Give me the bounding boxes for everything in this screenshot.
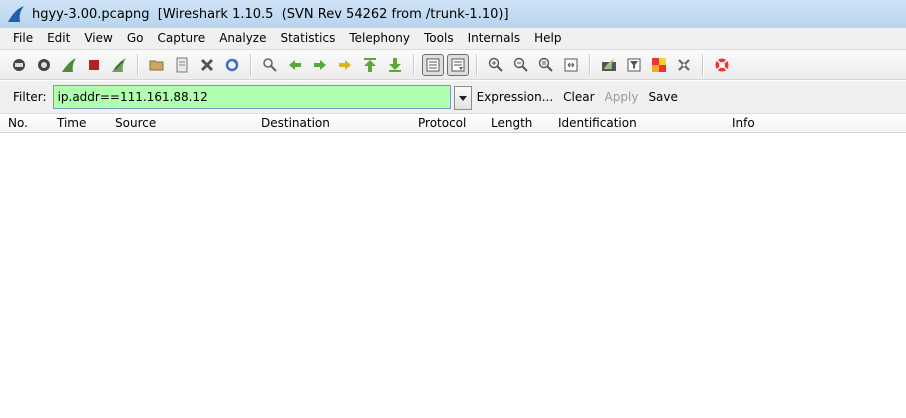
- menu-view[interactable]: View: [76, 28, 118, 49]
- close-file-icon[interactable]: [196, 54, 218, 76]
- menu-internals[interactable]: Internals: [460, 28, 527, 49]
- column-header-length[interactable]: Length: [489, 114, 532, 132]
- main-toolbar: [0, 50, 906, 80]
- toolbar-separator: [702, 53, 704, 76]
- normal-size-icon[interactable]: [535, 54, 557, 76]
- menu-tools[interactable]: Tools: [416, 28, 460, 49]
- filter-toolbar: Filter: Expression... Clear Apply Save: [0, 81, 906, 114]
- menu-statistics[interactable]: Statistics: [272, 28, 341, 49]
- expression-button[interactable]: Expression...: [477, 90, 554, 104]
- apply-button[interactable]: Apply: [605, 90, 639, 104]
- menu-edit[interactable]: Edit: [39, 28, 76, 49]
- capture-filters-icon[interactable]: [598, 54, 620, 76]
- packet-list-header: No. Time Source Destination Protocol Len…: [0, 114, 906, 133]
- chevron-down-icon: [458, 95, 467, 101]
- toolbar-separator: [476, 53, 478, 76]
- packet-list-pane[interactable]: [0, 133, 906, 418]
- interface-list-icon[interactable]: [8, 54, 30, 76]
- filter-dropdown-button[interactable]: [453, 86, 472, 110]
- go-last-icon[interactable]: [384, 54, 406, 76]
- menu-file[interactable]: File: [0, 28, 39, 49]
- resize-columns-icon[interactable]: [560, 54, 582, 76]
- go-to-packet-icon[interactable]: [334, 54, 356, 76]
- wireshark-fin-icon: [8, 6, 24, 22]
- filter-label: Filter:: [13, 90, 47, 104]
- save-file-icon[interactable]: [171, 54, 193, 76]
- column-header-info[interactable]: Info: [730, 114, 755, 132]
- column-header-destination[interactable]: Destination: [259, 114, 330, 132]
- menu-telephony[interactable]: Telephony: [341, 28, 416, 49]
- column-header-time[interactable]: Time: [55, 114, 86, 132]
- column-header-source[interactable]: Source: [113, 114, 156, 132]
- find-packet-icon[interactable]: [259, 54, 281, 76]
- toolbar-separator: [589, 53, 591, 76]
- menu-go[interactable]: Go: [119, 28, 150, 49]
- colorize-icon[interactable]: [422, 53, 444, 76]
- restart-capture-icon[interactable]: [108, 54, 130, 76]
- auto-scroll-icon[interactable]: [447, 53, 469, 76]
- window-title: hgyy-3.00.pcapng [Wireshark 1.10.5 (SVN …: [32, 6, 509, 22]
- help-icon[interactable]: [711, 54, 733, 76]
- column-header-protocol[interactable]: Protocol: [416, 114, 466, 132]
- toolbar-separator: [137, 53, 139, 76]
- zoom-in-icon[interactable]: [485, 54, 507, 76]
- column-header-no[interactable]: No.: [6, 114, 28, 132]
- menu-analyze[interactable]: Analyze: [211, 28, 272, 49]
- menu-capture[interactable]: Capture: [149, 28, 211, 49]
- toolbar-separator: [413, 53, 415, 76]
- go-back-icon[interactable]: [284, 54, 306, 76]
- title-bar: hgyy-3.00.pcapng [Wireshark 1.10.5 (SVN …: [0, 0, 906, 29]
- stop-capture-icon[interactable]: [83, 54, 105, 76]
- wireshark-window: hgyy-3.00.pcapng [Wireshark 1.10.5 (SVN …: [0, 0, 906, 418]
- reload-icon[interactable]: [221, 54, 243, 76]
- go-first-icon[interactable]: [359, 54, 381, 76]
- capture-options-icon[interactable]: [33, 54, 55, 76]
- zoom-out-icon[interactable]: [510, 54, 532, 76]
- coloring-rules-icon[interactable]: [648, 54, 670, 76]
- save-filter-button[interactable]: Save: [648, 90, 677, 104]
- column-header-identification[interactable]: Identification: [556, 114, 637, 132]
- filter-combobox[interactable]: [52, 85, 472, 110]
- toolbar-separator: [250, 53, 252, 76]
- menu-bar: File Edit View Go Capture Analyze Statis…: [0, 28, 906, 50]
- display-filters-icon[interactable]: [623, 54, 645, 76]
- preferences-icon[interactable]: [673, 54, 695, 76]
- open-file-icon[interactable]: [146, 54, 168, 76]
- start-capture-icon[interactable]: [58, 54, 80, 76]
- clear-button[interactable]: Clear: [563, 90, 594, 104]
- menu-help[interactable]: Help: [526, 28, 567, 49]
- display-filter-input[interactable]: [53, 86, 450, 108]
- go-forward-icon[interactable]: [309, 54, 331, 76]
